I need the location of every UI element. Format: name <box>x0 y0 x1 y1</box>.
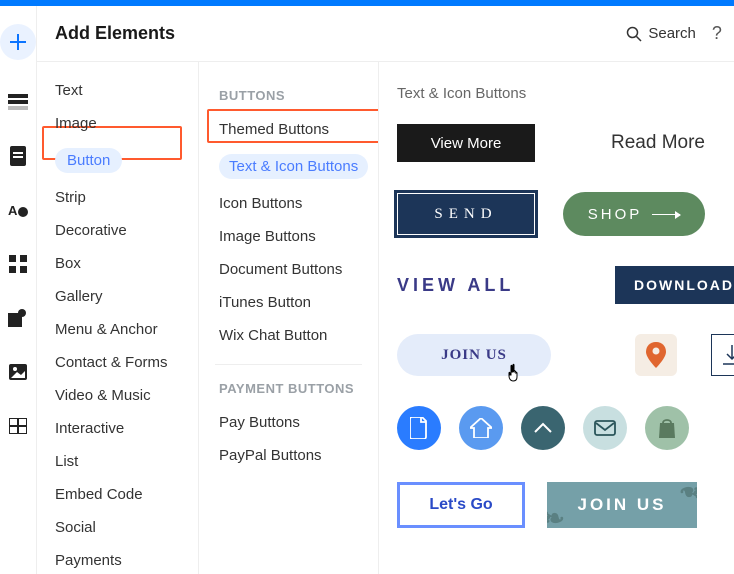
category-item-list[interactable]: List <box>37 445 198 478</box>
svg-text:A: A <box>8 203 18 218</box>
preview-button-download-icon[interactable] <box>711 334 734 376</box>
leaf-decoration-icon: ❧ <box>547 503 568 528</box>
search-label: Search <box>648 25 696 42</box>
panel-header: Add Elements Search ? ✕ <box>37 6 734 62</box>
preview-button-view-more[interactable]: View More <box>397 124 535 162</box>
file-icon <box>410 417 428 439</box>
addons-icon[interactable] <box>6 306 30 330</box>
preview-button-join-us-2[interactable]: ❧ ❧ JOIN US <box>547 482 697 528</box>
shopping-bag-icon <box>657 417 677 439</box>
preview-button-shop[interactable]: SHOP <box>563 192 705 236</box>
category-item-box[interactable]: Box <box>37 247 198 280</box>
category-item-embed-code[interactable]: Embed Code <box>37 478 198 511</box>
preview-button-mail[interactable] <box>583 406 627 450</box>
preview-button-send[interactable]: SEND <box>397 193 535 235</box>
category-item-gallery[interactable]: Gallery <box>37 280 198 313</box>
category-list: Text Image Button Strip Decorative Box G… <box>37 62 199 574</box>
preview-button-view-all[interactable]: VIEW ALL <box>397 275 514 296</box>
chevron-up-icon <box>533 422 553 434</box>
cms-icon[interactable] <box>6 414 30 438</box>
cursor-pointer-icon <box>507 363 523 388</box>
sections-icon[interactable] <box>6 90 30 114</box>
panel-title: Add Elements <box>55 23 175 44</box>
search-icon <box>626 26 642 42</box>
subcategory-list: BUTTONS Themed Buttons Text & Icon Butto… <box>199 62 379 574</box>
section-heading-payment-buttons: PAYMENT BUTTONS <box>199 377 378 406</box>
preview-title: Text & Icon Buttons <box>397 85 526 102</box>
design-icon[interactable]: A <box>6 198 30 222</box>
map-pin-icon <box>646 342 666 368</box>
preview-button-file[interactable] <box>397 406 441 450</box>
sub-item-image-buttons[interactable]: Image Buttons <box>199 220 378 253</box>
preview-button-home[interactable] <box>459 406 503 450</box>
arrow-right-icon <box>652 214 680 215</box>
category-item-video-music[interactable]: Video & Music <box>37 379 198 412</box>
category-item-contact-forms[interactable]: Contact & Forms <box>37 346 198 379</box>
preview-button-scroll-top[interactable] <box>521 406 565 450</box>
sub-item-itunes-button[interactable]: iTunes Button <box>199 286 378 319</box>
mail-icon <box>594 420 616 436</box>
download-icon <box>723 345 734 365</box>
category-item-payments[interactable]: Payments <box>37 544 198 574</box>
add-elements-button[interactable] <box>0 24 36 60</box>
sub-item-wix-chat-button[interactable]: Wix Chat Button <box>199 319 378 352</box>
category-item-interactive[interactable]: Interactive <box>37 412 198 445</box>
apps-icon[interactable] <box>6 252 30 276</box>
category-item-decorative[interactable]: Decorative <box>37 214 198 247</box>
preview-pane: Text & Icon Buttons i View More Read Mor… <box>379 62 734 574</box>
category-item-button[interactable]: Button <box>37 140 198 181</box>
category-item-social[interactable]: Social <box>37 511 198 544</box>
category-item-strip[interactable]: Strip <box>37 181 198 214</box>
preview-button-read-more[interactable]: Read More <box>563 132 734 154</box>
section-heading-buttons: BUTTONS <box>199 84 378 113</box>
sub-item-paypal-buttons[interactable]: PayPal Buttons <box>199 439 378 472</box>
preview-button-location[interactable] <box>635 334 677 376</box>
media-icon[interactable] <box>6 360 30 384</box>
preview-button-lets-go[interactable]: Let's Go <box>397 482 525 528</box>
page-icon[interactable] <box>6 144 30 168</box>
category-item-text[interactable]: Text <box>37 74 198 107</box>
sub-item-pay-buttons[interactable]: Pay Buttons <box>199 406 378 439</box>
sub-item-document-buttons[interactable]: Document Buttons <box>199 253 378 286</box>
help-button[interactable]: ? <box>712 23 722 44</box>
plus-icon <box>9 33 27 51</box>
preview-button-join-us[interactable]: JOIN US <box>397 334 551 376</box>
left-rail: A <box>0 6 36 574</box>
category-item-image[interactable]: Image <box>37 107 198 140</box>
sub-item-themed-buttons[interactable]: Themed Buttons <box>199 113 378 146</box>
search-button[interactable]: Search <box>626 25 696 42</box>
category-item-menu-anchor[interactable]: Menu & Anchor <box>37 313 198 346</box>
home-icon <box>470 418 492 438</box>
preview-button-shopping-bag[interactable] <box>645 406 689 450</box>
leaf-decoration-icon: ❧ <box>676 482 697 507</box>
sub-item-text-icon-buttons[interactable]: Text & Icon Buttons <box>199 146 378 187</box>
sub-item-icon-buttons[interactable]: Icon Buttons <box>199 187 378 220</box>
divider <box>215 364 362 365</box>
preview-button-download[interactable]: DOWNLOAD <box>615 266 734 304</box>
